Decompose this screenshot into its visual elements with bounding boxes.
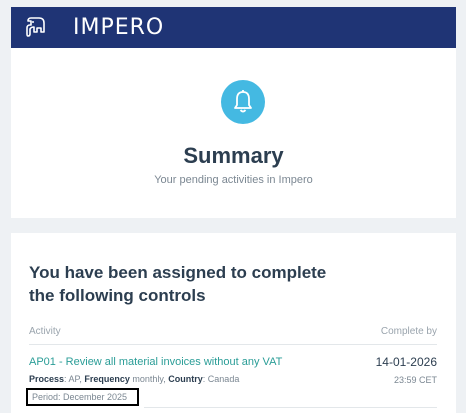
brand-header: IMPERO <box>11 7 456 48</box>
process-label: Process <box>29 374 65 384</box>
frequency-label: Frequency <box>84 374 130 384</box>
period-highlight: Period: December 2025 <box>26 388 139 406</box>
country-label: Country <box>168 374 203 384</box>
brand-name: IMPERO <box>73 15 165 40</box>
email-page: IMPERO Summary Your pending activities i… <box>0 0 466 413</box>
column-header-complete-by: Complete by <box>380 326 437 337</box>
divider <box>29 344 437 345</box>
activity-meta: Process: AP, Frequency monthly, Country:… <box>29 374 239 384</box>
country-value: : Canada <box>202 374 240 384</box>
summary-title: Summary <box>183 143 284 168</box>
assigned-heading: You have been assigned to complete the f… <box>29 263 327 305</box>
summary-subtitle: Your pending activities in Impero <box>154 174 313 186</box>
elephant-icon <box>26 17 45 37</box>
bell-badge <box>221 80 265 124</box>
summary-card: Summary Your pending activities in Imper… <box>11 48 456 218</box>
due-date: 14-01-2026 <box>375 355 437 369</box>
divider <box>144 407 437 408</box>
activity-link[interactable]: AP01 - Review all material invoices with… <box>29 356 282 368</box>
frequency-value: monthly, <box>129 374 166 384</box>
process-value: : AP, <box>64 374 82 384</box>
assigned-controls-card: You have been assigned to complete the f… <box>11 233 456 413</box>
bell-icon <box>234 90 252 113</box>
due-time: 23:59 CET <box>393 375 437 385</box>
column-header-activity: Activity <box>29 326 61 337</box>
